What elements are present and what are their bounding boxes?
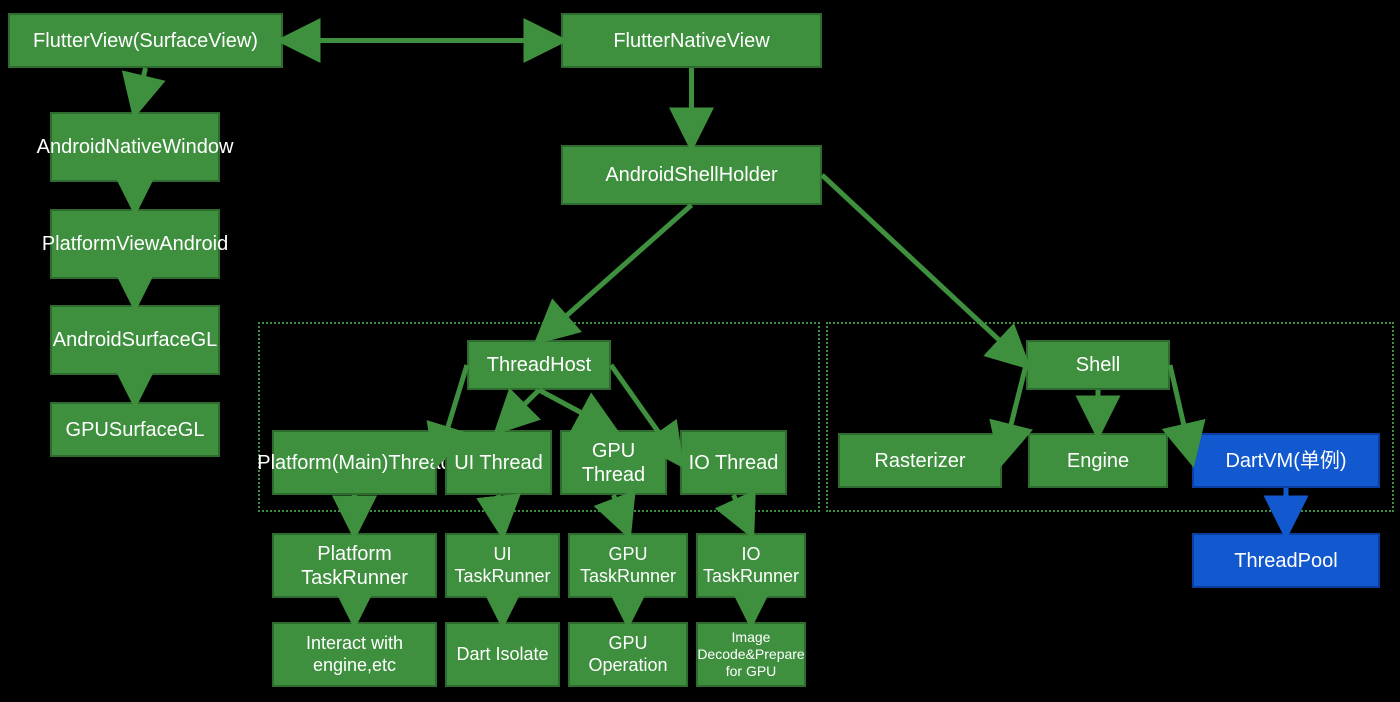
node-gpu-thread: GPU Thread <box>560 430 667 495</box>
node-image-decode: Image Decode&Prepare for GPU <box>696 622 806 687</box>
node-gpu-surface-gl: GPUSurfaceGL <box>50 402 220 457</box>
node-dart-isolate: Dart Isolate <box>445 622 560 687</box>
node-shell: Shell <box>1026 340 1170 390</box>
node-android-native-window: AndroidNativeWindow <box>50 112 220 182</box>
node-android-shell-holder: AndroidShellHolder <box>561 145 822 205</box>
node-thread-host: ThreadHost <box>467 340 611 390</box>
diagram-stage: FlutterView(SurfaceView) AndroidNativeWi… <box>0 0 1400 702</box>
node-flutter-native-view: FlutterNativeView <box>561 13 822 68</box>
node-gpu-operation: GPU Operation <box>568 622 688 687</box>
node-io-thread: IO Thread <box>680 430 787 495</box>
edge-flutterView-to-androidNativeWindow <box>135 68 146 112</box>
node-interact-engine: Interact with engine,etc <box>272 622 437 687</box>
node-ui-task-runner: UI TaskRunner <box>445 533 560 598</box>
node-rasterizer: Rasterizer <box>838 433 1002 488</box>
node-gpu-task-runner: GPU TaskRunner <box>568 533 688 598</box>
node-platform-view-android: PlatformViewAndroid <box>50 209 220 279</box>
node-thread-pool: ThreadPool <box>1192 533 1380 588</box>
node-engine: Engine <box>1028 433 1168 488</box>
node-flutter-view: FlutterView(SurfaceView) <box>8 13 283 68</box>
node-platform-main-thread: Platform(Main)Thread <box>272 430 437 495</box>
node-android-surface-gl: AndroidSurfaceGL <box>50 305 220 375</box>
node-platform-task-runner: Platform TaskRunner <box>272 533 437 598</box>
edge-androidShellHolder-to-threadHost <box>539 205 692 340</box>
node-io-task-runner: IO TaskRunner <box>696 533 806 598</box>
node-ui-thread: UI Thread <box>445 430 552 495</box>
node-dart-vm: DartVM(单例) <box>1192 433 1380 488</box>
